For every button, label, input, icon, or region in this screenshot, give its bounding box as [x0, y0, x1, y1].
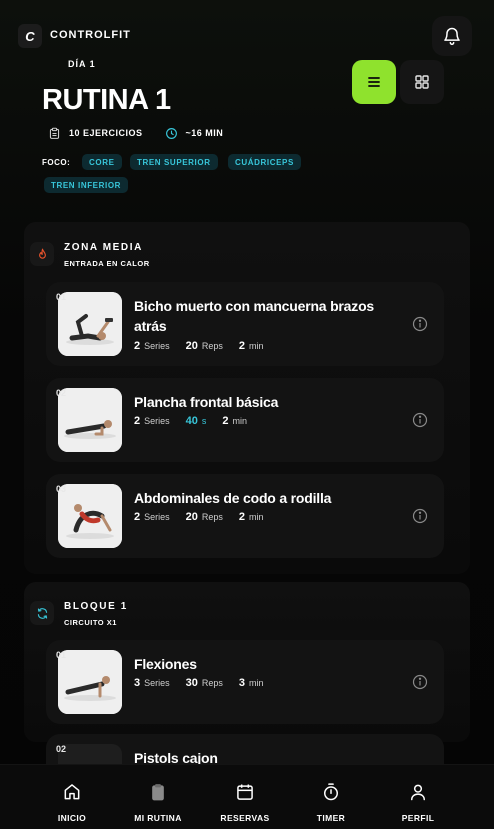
exercise-thumbnail: [58, 484, 122, 548]
section-icon: [30, 242, 54, 266]
exercise-stats: 2 Series 40 s 2 min: [134, 415, 263, 427]
section-subtitle: ENTRADA EN CALOR: [64, 259, 150, 268]
reps-value: 20: [185, 340, 198, 352]
home-icon: [64, 784, 80, 800]
focus-tag: TREN SUPERIOR: [130, 154, 218, 170]
list-view-button[interactable]: [352, 60, 396, 104]
section-subtitle: CIRCUITO X1: [64, 618, 117, 627]
routine-meta: 10 EJERCICIOS ~16 MIN: [48, 126, 245, 140]
rest-unit: min: [232, 416, 248, 426]
exercise-stats: 2 Series 20 Reps 2 min: [134, 511, 280, 523]
exercise-card[interactable]: 01 Flexiones 3 Series 30 Reps 3 min: [46, 640, 444, 724]
series-value: 2: [134, 415, 141, 427]
nav-item-mi-rutina[interactable]: MI RUTINA: [118, 765, 198, 829]
bell-icon: [444, 27, 460, 46]
app-logo: C: [18, 24, 42, 48]
focus-label: FOCO:: [42, 158, 71, 167]
exercise-thumbnail: [58, 388, 122, 452]
focus-tag: TREN INFERIOR: [44, 177, 129, 193]
nav-item-timer[interactable]: TIMER: [291, 765, 371, 829]
rest-value: 2: [222, 415, 229, 427]
view-toggle: [352, 60, 444, 104]
nav-label: INICIO: [57, 813, 87, 823]
nav-label: MI RUTINA: [134, 813, 182, 823]
rest-unit: min: [249, 341, 264, 351]
exercise-name: Bicho muerto con mancuerna brazos atrás: [134, 298, 375, 334]
logo-letter: C: [25, 28, 35, 44]
clipboard-icon: [49, 127, 60, 139]
section-title: ZONA MEDIA: [64, 242, 143, 253]
rest-unit: min: [249, 512, 264, 522]
exercise-name: Flexiones: [134, 656, 197, 672]
series-unit: Series: [144, 416, 170, 426]
duration: ~16 MIN: [165, 127, 224, 140]
duration-text: ~16 MIN: [185, 128, 224, 138]
exercise-count-text: 10 EJERCICIOS: [69, 128, 143, 138]
exercise-name: Plancha frontal básica: [134, 394, 279, 410]
stopwatch-icon: [324, 783, 338, 801]
flame-icon: [38, 248, 46, 259]
series-value: 2: [134, 511, 141, 523]
exercise-number: 03: [56, 484, 67, 494]
clock-icon: [165, 127, 177, 139]
exercise-card[interactable]: 01 Bicho muerto con mancuerna brazos atr…: [46, 282, 444, 366]
series-unit: Series: [144, 341, 170, 351]
section-title: BLOQUE 1: [64, 601, 128, 612]
reps-value: 30: [185, 677, 198, 689]
exercise-card[interactable]: 03 Abdominales de codo a rodilla 2 Series…: [46, 474, 444, 558]
reps-unit: Reps: [201, 678, 223, 688]
notifications-button[interactable]: [432, 16, 472, 56]
info-icon[interactable]: [412, 412, 428, 428]
exercise-number: 02: [56, 744, 67, 754]
exercise-thumbnail: [58, 650, 122, 714]
nav-label: RESERVAS: [220, 813, 270, 823]
focus-tag: CUÁDRICEPS: [228, 154, 301, 170]
grid-icon: [415, 75, 429, 89]
reps-unit: Reps: [201, 512, 223, 522]
focus-tag: CORE: [82, 154, 122, 170]
series-value: 2: [134, 340, 141, 352]
exercise-number: 01: [56, 292, 67, 302]
reps-value: 20: [185, 511, 198, 523]
exercise-stats: 2 Series 20 Reps 2 min: [134, 340, 280, 352]
rest-unit: min: [249, 678, 264, 688]
app-screen: C CONTROLFIT DÍA 1 RUTINA 1 10 EJERCICIO…: [0, 0, 494, 829]
calendar-icon: [237, 784, 253, 800]
grid-view-button[interactable]: [400, 60, 444, 104]
nav-item-perfil[interactable]: PERFIL: [378, 765, 458, 829]
info-icon[interactable]: [412, 674, 428, 690]
exercise-name: Abdominales de codo a rodilla: [134, 490, 332, 506]
cycle-icon: [37, 607, 47, 619]
nav-label: TIMER: [316, 813, 346, 823]
brand-name: CONTROLFIT: [50, 29, 131, 41]
rest-value: 2: [238, 340, 246, 352]
bottom-nav: INICIO MI RUTINA RESERVAS TIMER PERFIL: [0, 764, 494, 829]
clipboard-icon: [152, 784, 164, 801]
section-icon: [30, 601, 54, 625]
exercise-thumbnail: [58, 292, 122, 356]
time-value: 40: [185, 415, 198, 427]
user-icon: [411, 784, 425, 801]
nav-label: PERFIL: [401, 813, 435, 823]
exercise-number: 01: [56, 650, 67, 660]
info-icon[interactable]: [412, 316, 428, 332]
exercise-number: 02: [56, 388, 67, 398]
time-unit: s: [201, 416, 207, 426]
nav-item-inicio[interactable]: INICIO: [32, 765, 112, 829]
page-title: RUTINA 1: [42, 84, 171, 116]
info-icon[interactable]: [412, 508, 428, 524]
exercise-count: 10 EJERCICIOS: [48, 127, 143, 140]
exercise-card[interactable]: 02 Plancha frontal básica 2 Series 40 s 2m…: [46, 378, 444, 462]
top-bar: C CONTROLFIT: [18, 16, 474, 56]
rest-value: 2: [238, 511, 246, 523]
rest-value: 3: [238, 677, 246, 689]
day-label: DÍA 1: [68, 59, 96, 69]
reps-unit: Reps: [201, 341, 223, 351]
series-value: 3: [134, 677, 141, 689]
nav-item-reservas[interactable]: RESERVAS: [205, 765, 285, 829]
list-icon: [368, 77, 380, 87]
exercise-stats: 3 Series 30 Reps 3 min: [134, 677, 280, 689]
series-unit: Series: [144, 512, 170, 522]
series-unit: Series: [144, 678, 170, 688]
